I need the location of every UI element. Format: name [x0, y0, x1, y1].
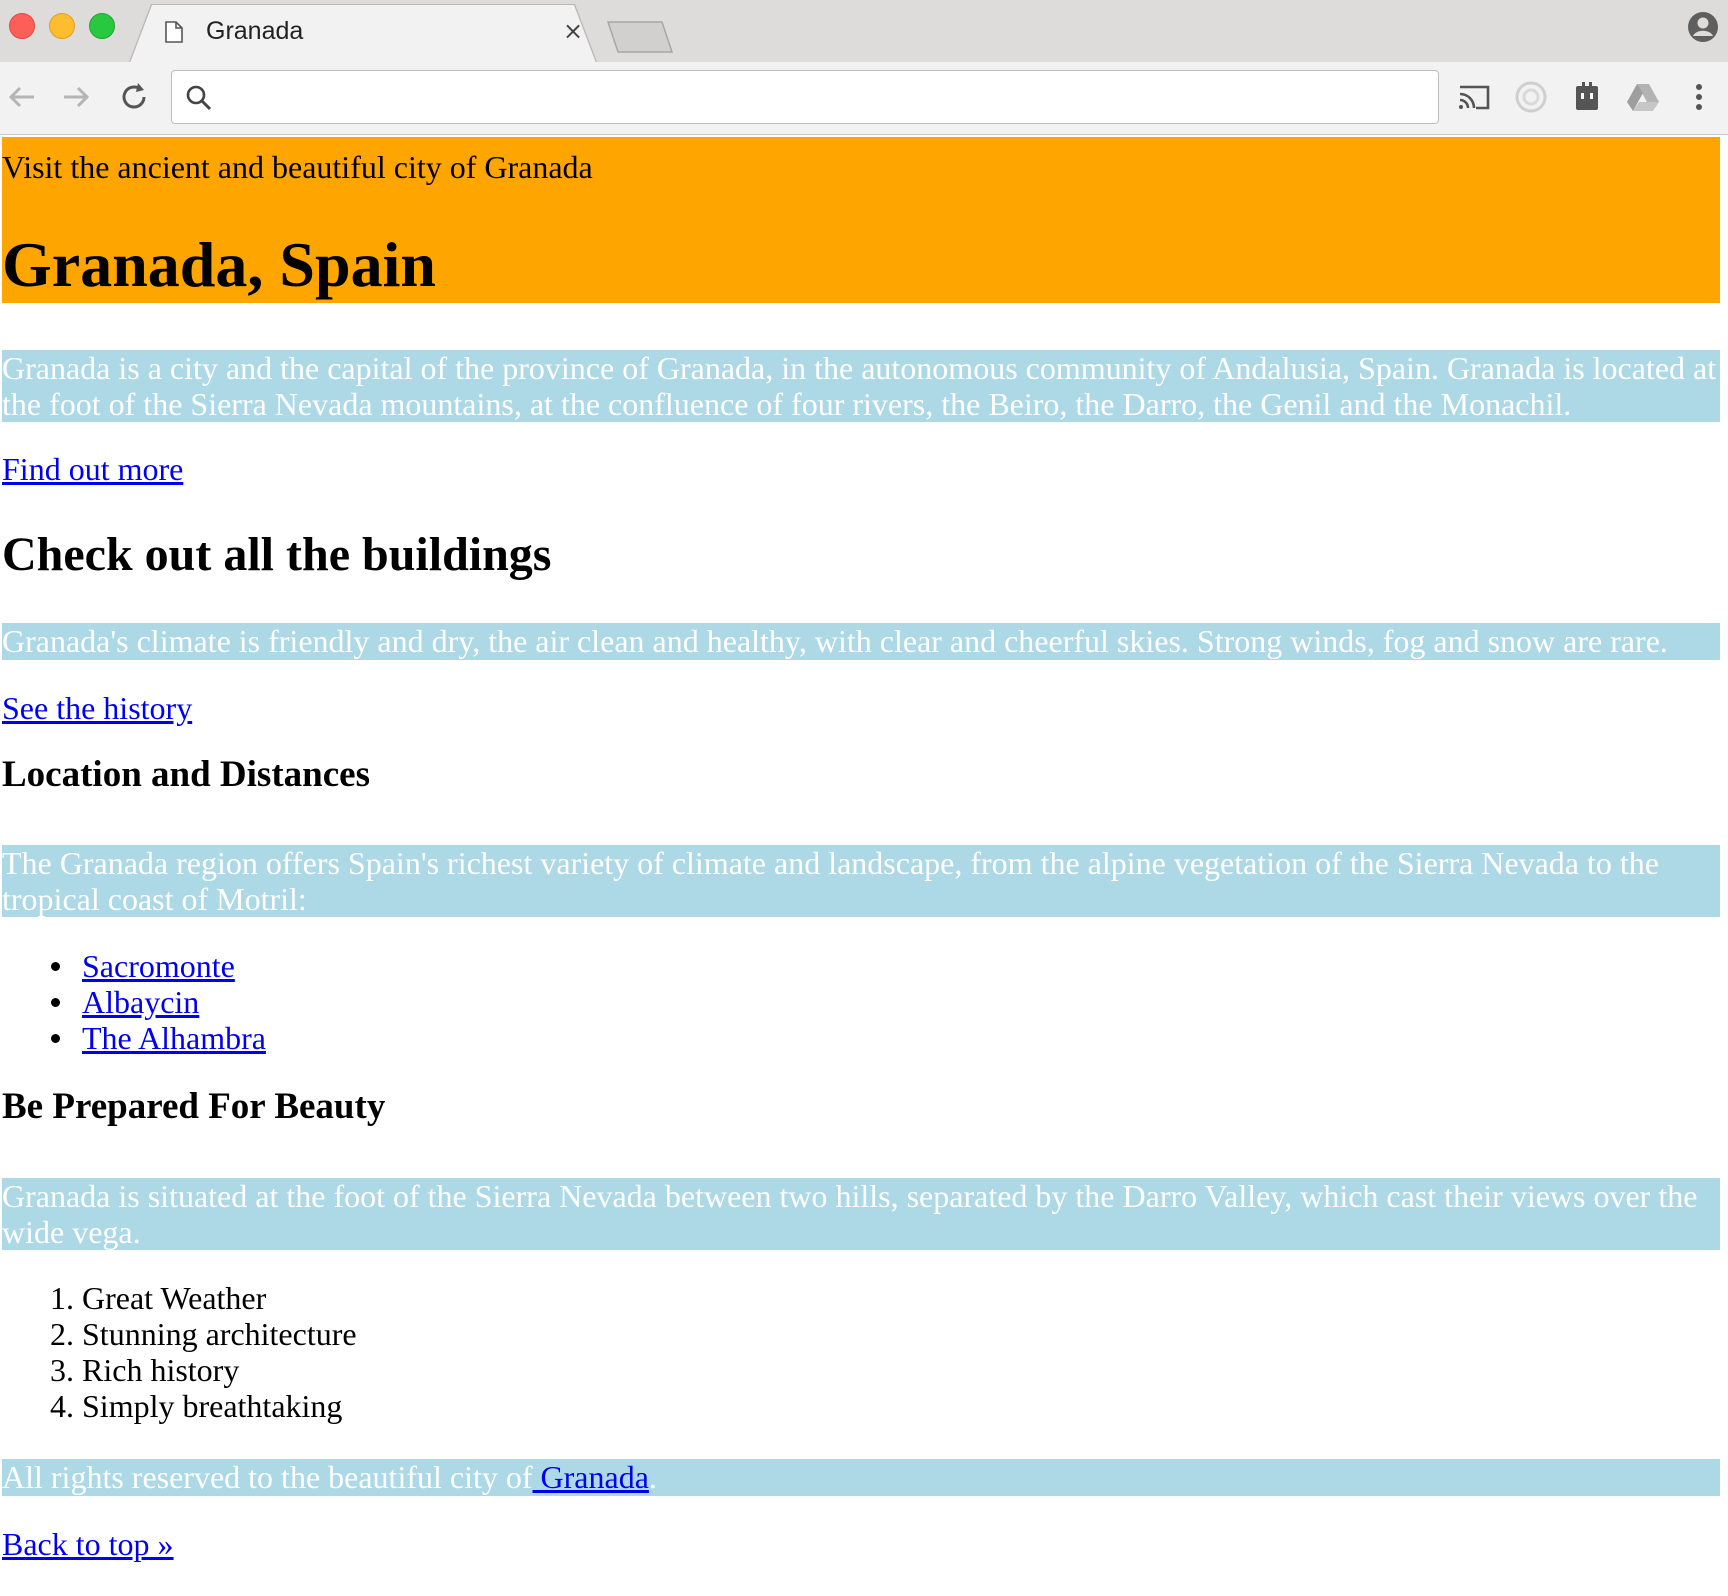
tab-title: Granada	[206, 17, 304, 45]
region-line-1: The Granada region offers Spain's riches…	[2, 845, 1659, 881]
buildings-heading: Check out all the buildings	[2, 528, 552, 581]
intro-line-1: Granada is a city and the capital of the…	[2, 350, 1717, 386]
browser-titlebar: Granada ×	[0, 0, 1728, 63]
beauty-heading: Be Prepared For Beauty	[2, 1086, 386, 1127]
region-line-2: tropical coast of Motril:	[2, 881, 307, 917]
situated-paragraph: Granada is situated at the foot of the S…	[2, 1178, 1720, 1250]
browser-toolbar	[0, 62, 1728, 135]
back-to-top-link[interactable]: Back to top »	[2, 1526, 174, 1562]
page-content: Visit the ancient and beautiful city of …	[2, 137, 1720, 1562]
banner-subtitle: Visit the ancient and beautiful city of …	[2, 149, 593, 185]
region-paragraph: The Granada region offers Spain's riches…	[2, 845, 1720, 917]
footer-text: All rights reserved to the beautiful cit…	[2, 1459, 533, 1495]
footer-period: .	[648, 1459, 657, 1495]
tab-close-button[interactable]: ×	[560, 18, 586, 44]
drive-icon[interactable]	[1624, 78, 1662, 116]
situated-line-1: Granada is situated at the foot of the S…	[2, 1178, 1698, 1214]
place-link-alhambra[interactable]: The Alhambra	[82, 1020, 266, 1056]
footer: All rights reserved to the beautiful cit…	[2, 1459, 1720, 1496]
omnibox[interactable]	[171, 70, 1439, 124]
list-number: 3.	[50, 1352, 74, 1388]
place-link-albaycin[interactable]: Albaycin	[82, 984, 199, 1020]
tab-granada[interactable]	[130, 5, 596, 63]
place-link-sacromonte[interactable]: Sacromonte	[82, 948, 235, 984]
new-tab-button[interactable]	[606, 20, 674, 54]
climate-text: Granada's climate is friendly and dry, t…	[2, 623, 1668, 659]
list-number: 2.	[50, 1316, 74, 1352]
back-arrow-icon[interactable]	[4, 79, 40, 115]
reason-text: Stunning architecture	[82, 1316, 357, 1352]
reload-icon[interactable]	[116, 79, 152, 115]
list-number: 4.	[50, 1388, 74, 1424]
search-icon	[186, 85, 212, 111]
window-close-button[interactable]	[9, 13, 35, 39]
bullet-icon	[51, 1034, 60, 1043]
bullet-icon	[51, 962, 60, 971]
find-out-more-link[interactable]: Find out more	[2, 451, 183, 487]
window-minimize-button[interactable]	[49, 13, 75, 39]
extension-plug-icon[interactable]	[1568, 78, 1606, 116]
situated-line-2: wide vega.	[2, 1214, 141, 1250]
climate-paragraph: Granada's climate is friendly and dry, t…	[2, 623, 1720, 660]
page-icon	[165, 21, 183, 43]
footer-granada-link[interactable]: Granada	[533, 1459, 649, 1495]
reason-text: Simply breathtaking	[82, 1388, 343, 1424]
cast-icon[interactable]	[1455, 78, 1493, 116]
see-history-link[interactable]: See the history	[2, 690, 192, 726]
menu-icon[interactable]	[1680, 78, 1718, 116]
banner: Visit the ancient and beautiful city of …	[2, 137, 1720, 303]
intro-paragraph: Granada is a city and the capital of the…	[2, 350, 1720, 422]
footer-line: All rights reserved to the beautiful cit…	[2, 1459, 657, 1495]
forward-arrow-icon[interactable]	[58, 79, 94, 115]
location-heading: Location and Distances	[2, 754, 370, 795]
window-maximize-button[interactable]	[89, 13, 115, 39]
profile-icon[interactable]	[1686, 10, 1720, 44]
list-number: 1.	[50, 1280, 74, 1316]
bullet-icon	[51, 998, 60, 1007]
page-title: Granada, Spain	[2, 229, 436, 300]
extension-circle-icon[interactable]	[1512, 78, 1550, 116]
intro-line-2: the foot of the Sierra Nevada mountains,…	[2, 386, 1572, 422]
address-input[interactable]	[224, 79, 1428, 115]
reason-text: Rich history	[82, 1352, 240, 1388]
reason-text: Great Weather	[82, 1280, 267, 1316]
